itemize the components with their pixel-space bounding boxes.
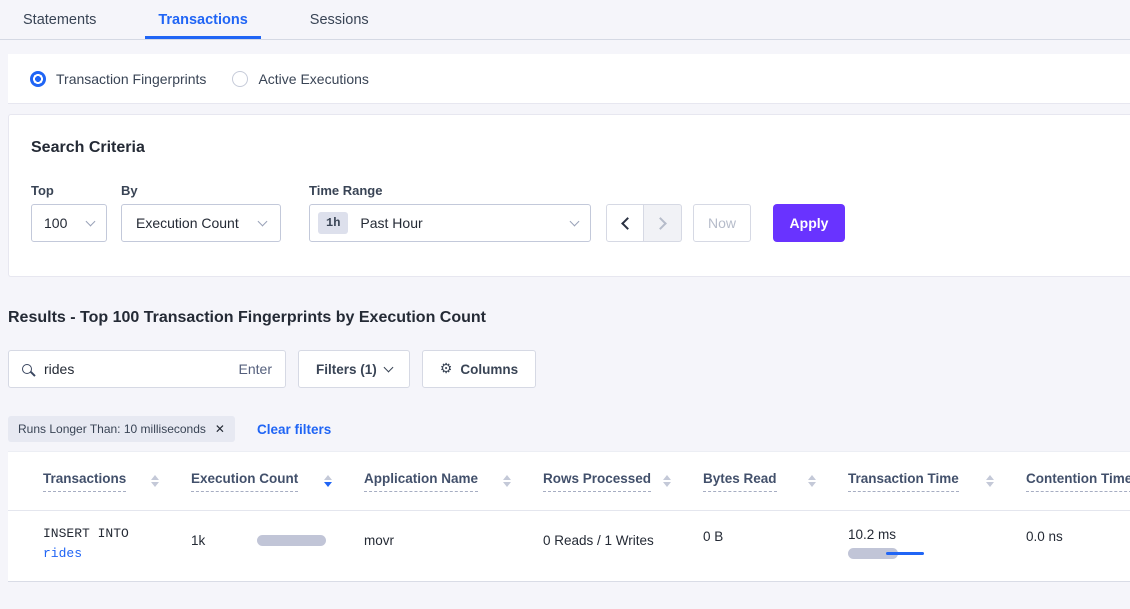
time-range-badge: 1h [318,212,348,234]
table-header-row: Transactions Execution Count Application… [8,452,1130,511]
results-table: Transactions Execution Count Application… [8,451,1130,582]
filters-label: Filters (1) [316,362,377,377]
radio-unselected-icon [232,71,248,87]
search-criteria-card: Search Criteria Top 100 By Execution Cou… [8,114,1130,277]
clear-filters-link[interactable]: Clear filters [257,422,331,437]
column-header-application-name: Application Name [364,471,543,492]
search-icon [22,364,32,374]
sort-arrows-icon[interactable] [151,475,159,487]
column-header-label[interactable]: Bytes Read [703,471,777,492]
transaction-time-bar [848,548,938,560]
chevron-down-icon [383,362,393,372]
column-header-label[interactable]: Application Name [364,471,478,492]
top-label: Top [31,183,107,198]
tab-label: Sessions [310,12,369,28]
results-toolbar: Enter Filters (1) ⚙ Columns [8,350,1130,388]
radio-selected-icon [30,71,46,87]
execution-count-bar [257,535,326,546]
rows-processed-cell: 0 Reads / 1 Writes [543,511,703,582]
page-tabs: Statements Transactions Sessions [0,0,1130,40]
filter-pill-label: Runs Longer Than: 10 milliseconds [18,422,206,436]
chevron-down-icon [86,216,96,226]
tab-statements[interactable]: Statements [10,3,109,39]
radio-transaction-fingerprints[interactable]: Transaction Fingerprints [30,71,206,87]
tab-label: Transactions [158,12,247,28]
column-header-transaction-time: Transaction Time [848,471,1026,492]
search-enter-hint[interactable]: Enter [239,361,272,377]
column-header-contention-time: Contention Time [1026,471,1130,492]
chevron-down-icon [258,216,268,226]
transaction-cell: INSERT INTO rides [43,511,191,582]
chevron-right-icon [654,217,667,230]
top-select[interactable]: 100 [31,204,107,242]
radio-label: Active Executions [258,71,369,87]
chevron-left-icon [621,217,634,230]
applied-filters-row: Runs Longer Than: 10 milliseconds ✕ Clea… [8,416,1130,442]
search-criteria-controls: Top 100 By Execution Count Time Range 1h… [31,183,1130,242]
tab-label: Statements [23,12,96,28]
column-header-label[interactable]: Transaction Time [848,471,959,492]
gear-icon: ⚙ [440,361,453,377]
now-button[interactable]: Now [693,204,751,242]
execution-count-value: 1k [191,533,205,548]
transaction-time-cell: 10.2 ms [848,511,1026,582]
sort-arrows-icon[interactable] [986,475,994,487]
tab-sessions[interactable]: Sessions [297,3,382,39]
time-range-label: Time Range [309,183,606,198]
columns-button[interactable]: ⚙ Columns [422,350,536,388]
column-header-label[interactable]: Transactions [43,471,126,492]
sort-arrows-icon[interactable] [663,475,671,487]
filter-pill: Runs Longer Than: 10 milliseconds ✕ [8,416,235,442]
execution-count-cell: 1k [191,511,364,582]
transaction-time-value: 10.2 ms [848,527,1026,542]
search-box: Enter [8,350,286,388]
sort-arrows-icon[interactable] [324,475,332,487]
table-row: INSERT INTO rides 1k movr 0 Reads / 1 Wr… [8,511,1130,582]
bytes-read-cell: 0 B [703,511,848,582]
sort-arrows-icon[interactable] [808,475,816,487]
close-icon[interactable]: ✕ [215,422,225,436]
by-field: By Execution Count [121,183,309,242]
column-header-transactions: Transactions [43,471,191,492]
apply-button[interactable]: Apply [773,204,845,242]
time-range-select[interactable]: 1h Past Hour [309,204,591,242]
results-heading: Results - Top 100 Transaction Fingerprin… [8,309,1130,327]
time-range-next-button[interactable] [644,204,682,242]
chevron-down-icon [570,216,580,226]
radio-active-executions[interactable]: Active Executions [232,71,369,87]
time-range-prev-button[interactable] [606,204,644,242]
filters-button[interactable]: Filters (1) [298,350,410,388]
transaction-time-stddev-line [886,552,924,555]
radio-label: Transaction Fingerprints [56,71,206,87]
top-field: Top 100 [31,183,107,242]
time-range-arrows [606,204,682,242]
column-header-label[interactable]: Execution Count [191,471,298,492]
time-range-field: Time Range 1h Past Hour [309,183,606,242]
tab-transactions[interactable]: Transactions [145,3,260,39]
columns-label: Columns [460,362,518,377]
column-header-label[interactable]: Contention Time [1026,471,1130,492]
contention-time-cell: 0.0 ns [1026,511,1130,582]
transaction-link[interactable]: rides [43,544,191,564]
time-range-value: Past Hour [360,215,422,231]
by-select[interactable]: Execution Count [121,204,281,242]
view-toggle-row: Transaction Fingerprints Active Executio… [8,54,1130,104]
by-value: Execution Count [136,215,239,231]
application-name-cell: movr [364,511,543,582]
column-header-label[interactable]: Rows Processed [543,471,651,492]
search-input[interactable] [44,361,239,377]
column-header-bytes-read: Bytes Read [703,471,848,492]
transaction-statement: INSERT INTO [43,524,191,544]
sort-arrows-icon[interactable] [503,475,511,487]
search-criteria-title: Search Criteria [31,139,1130,157]
top-value: 100 [44,215,67,231]
column-header-execution-count: Execution Count [191,471,364,492]
column-header-rows-processed: Rows Processed [543,471,703,492]
by-label: By [121,183,309,198]
